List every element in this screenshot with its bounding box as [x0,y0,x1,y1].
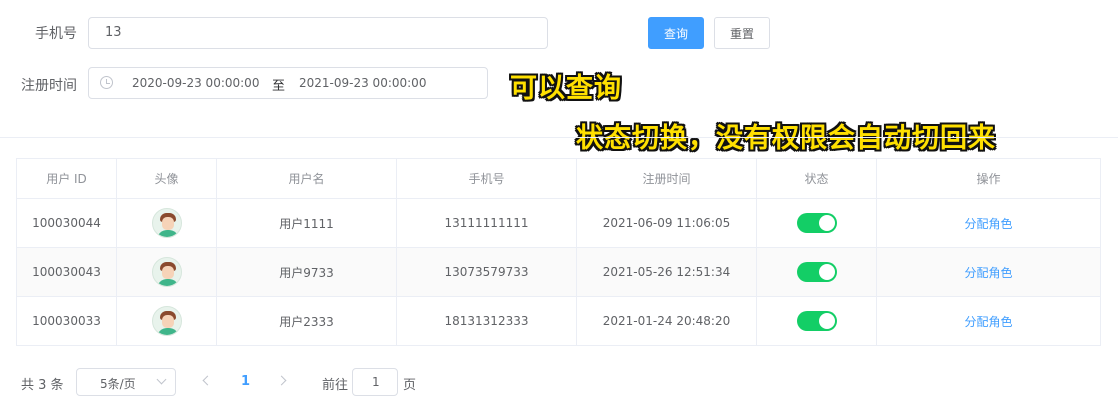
avatar [151,257,182,287]
cell-username: 用户1111 [216,198,397,248]
goto-page-value: 1 [372,375,380,389]
phone-input-value: 13 [105,25,122,40]
header-user-id: 用户 ID [16,158,117,199]
table-row: 100030033 用户2333 18131312333 2021-01-24 … [16,296,1101,346]
divider [0,137,1118,138]
cell-regtime: 2021-01-24 20:48:20 [576,296,757,346]
header-actions: 操作 [876,158,1101,199]
assign-role-link[interactable]: 分配角色 [964,217,1012,231]
query-button[interactable]: 查询 [648,17,704,49]
pagination-total: 共 3 条 [21,378,64,393]
table-row: 100030044 用户1111 13111111111 2021-06-09 … [16,198,1101,248]
header-status: 状态 [756,158,877,199]
header-username: 用户名 [216,158,397,199]
header-regtime: 注册时间 [576,158,757,199]
date-range-picker[interactable]: 2020-09-23 00:00:00 至 2021-09-23 00:00:0… [88,67,488,99]
date-end[interactable]: 2021-09-23 00:00:00 [299,76,426,90]
cell-phone: 18131312333 [396,296,577,346]
cell-username: 用户9733 [216,247,397,297]
status-switch[interactable] [796,213,837,233]
regtime-label: 注册时间 [21,78,77,94]
cell-user-id: 100030044 [16,198,117,248]
reset-button[interactable]: 重置 [714,17,770,49]
avatar [151,208,182,238]
goto-suffix: 页 [403,378,417,393]
date-start[interactable]: 2020-09-23 00:00:00 [132,76,259,90]
goto-page-input[interactable]: 1 [352,368,398,396]
user-table: 用户 ID 头像 用户名 手机号 注册时间 状态 操作 100030044 用户… [16,158,1101,346]
annotation-can-query: 可以查询 [510,73,622,104]
prev-page-icon[interactable] [202,375,213,386]
table-row: 100030043 用户9733 13073579733 2021-05-26 … [16,247,1101,297]
cell-user-id: 100030043 [16,247,117,297]
goto-label: 前往 [322,378,349,393]
phone-input[interactable]: 13 [88,17,548,49]
annotation-status-toggle: 状态切换，没有权限会自动切回来 [576,123,996,154]
cell-user-id: 100030033 [16,296,117,346]
date-separator: 至 [272,79,286,94]
page-size-value: 5条/页 [100,377,136,391]
page-size-select[interactable]: 5条/页 [76,368,176,396]
assign-role-link[interactable]: 分配角色 [964,266,1012,280]
assign-role-link[interactable]: 分配角色 [964,315,1012,329]
next-page-icon[interactable] [276,375,287,386]
current-page[interactable]: 1 [241,374,250,389]
cell-phone: 13073579733 [396,247,577,297]
chevron-down-icon [156,374,167,385]
avatar [151,306,182,336]
status-switch[interactable] [796,311,837,331]
table-header-row: 用户 ID 头像 用户名 手机号 注册时间 状态 操作 [16,158,1101,199]
header-phone: 手机号 [396,158,577,199]
status-switch[interactable] [796,262,837,282]
clock-icon [100,76,113,89]
phone-label: 手机号 [35,26,77,42]
header-avatar: 头像 [116,158,217,199]
cell-regtime: 2021-06-09 11:06:05 [576,198,757,248]
cell-username: 用户2333 [216,296,397,346]
cell-phone: 13111111111 [396,198,577,248]
cell-regtime: 2021-05-26 12:51:34 [576,247,757,297]
